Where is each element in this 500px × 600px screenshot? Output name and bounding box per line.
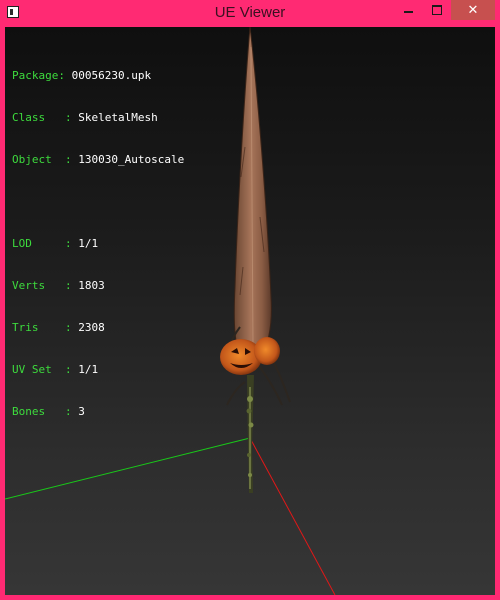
class-label: Class <box>12 111 46 124</box>
title-bar[interactable]: UE Viewer ✕ <box>0 0 500 27</box>
axis-x-line <box>249 437 336 595</box>
info-row-class: Class : SkeletalMesh <box>12 111 158 124</box>
pumpkin-guard <box>220 337 280 375</box>
uvset-label: UV Set <box>12 363 52 376</box>
class-value: SkeletalMesh <box>78 111 158 124</box>
bones-label: Bones <box>12 405 46 418</box>
info-row-object: Object : 130030_Autoscale <box>12 153 185 166</box>
uvset-value: 1/1 <box>78 363 99 376</box>
maximize-button[interactable] <box>423 0 450 20</box>
verts-label: Verts <box>12 279 46 292</box>
info-row-bones: Bones : 3 <box>12 405 85 418</box>
bones-value: 3 <box>78 405 85 418</box>
3d-viewport[interactable]: Package: 00056230.upk Class : SkeletalMe… <box>5 27 495 595</box>
minimize-icon <box>403 11 413 13</box>
info-row-uvset: UV Set : 1/1 <box>12 363 99 376</box>
tris-label: Tris <box>12 321 39 334</box>
object-value: 130030_Autoscale <box>78 153 185 166</box>
minimize-button[interactable] <box>394 0 422 20</box>
info-spacer <box>12 195 184 209</box>
tris-value: 2308 <box>78 321 105 334</box>
verts-value: 1803 <box>78 279 105 292</box>
info-row-tris: Tris : 2308 <box>12 321 105 334</box>
sword-handle <box>246 375 254 493</box>
info-row-lod: LOD : 1/1 <box>12 237 99 250</box>
mesh-info-overlay: Package: 00056230.upk Class : SkeletalMe… <box>12 41 184 447</box>
info-row-verts: Verts : 1803 <box>12 279 105 292</box>
close-icon: ✕ <box>467 2 479 18</box>
lod-value: 1/1 <box>78 237 99 250</box>
object-label: Object <box>12 153 52 166</box>
package-value: 00056230.upk <box>71 69 152 82</box>
close-button[interactable]: ✕ <box>451 0 495 20</box>
ue-viewer-window: UE Viewer ✕ Package: 00056230.upk Class … <box>0 0 500 600</box>
info-row-package: Package: 00056230.upk <box>12 69 152 82</box>
maximize-icon <box>431 5 442 15</box>
axis-y-line <box>5 437 251 500</box>
package-label: Package <box>12 69 59 82</box>
sword-blade <box>233 27 272 360</box>
lod-label: LOD <box>12 237 32 250</box>
